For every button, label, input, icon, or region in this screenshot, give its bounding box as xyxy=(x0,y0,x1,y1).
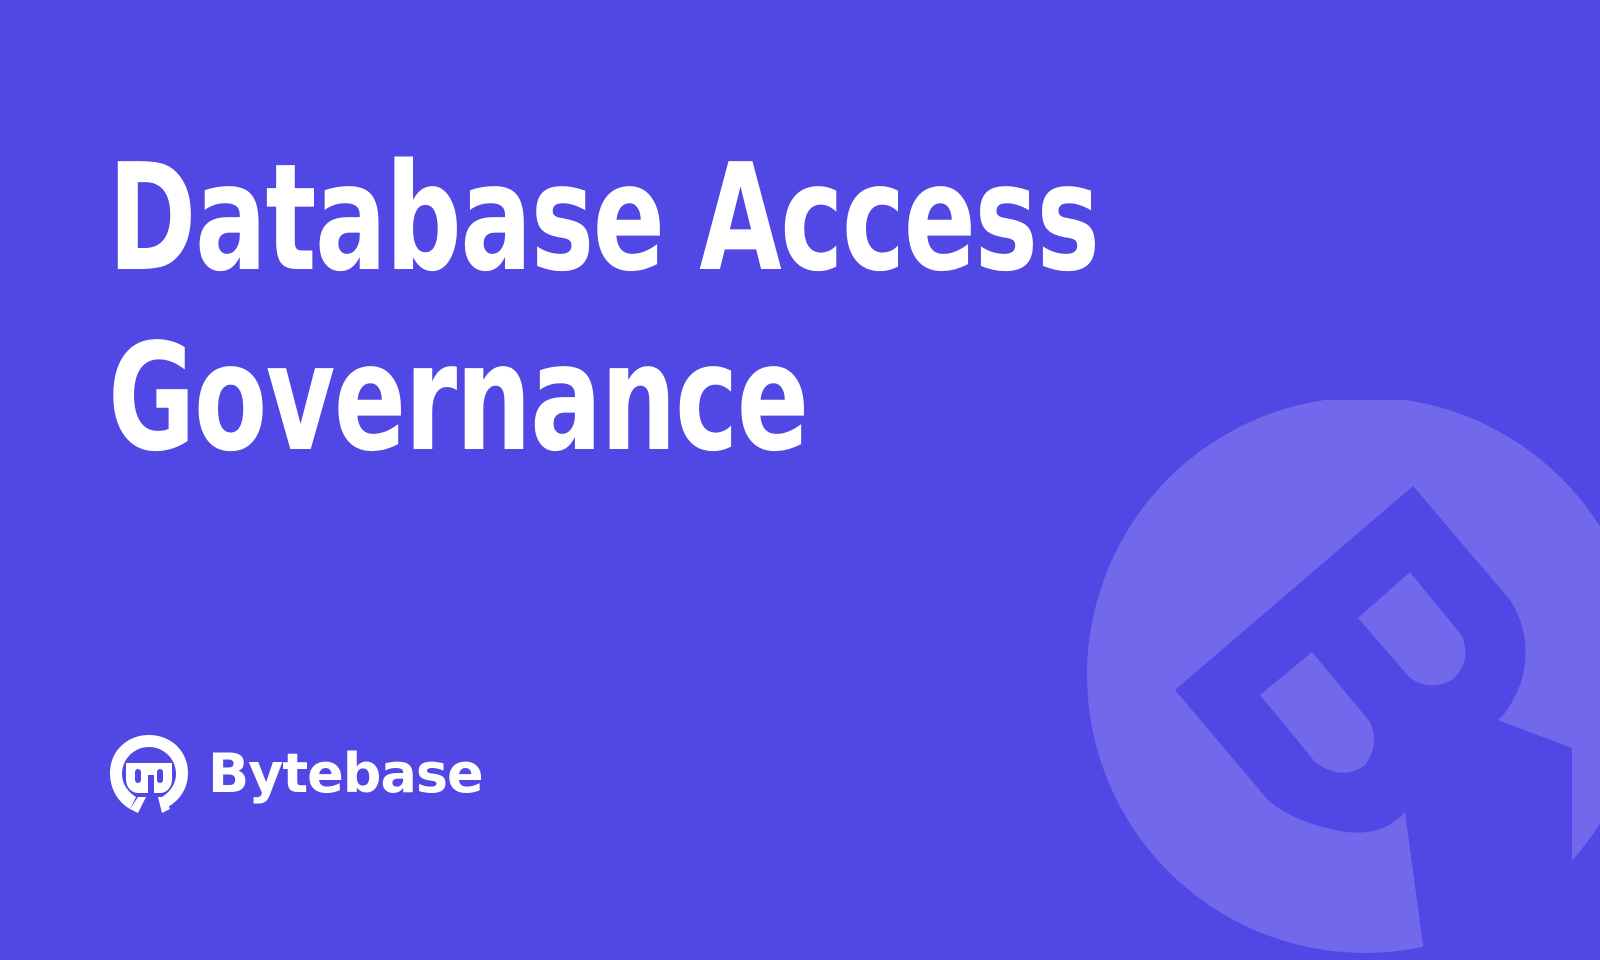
brand-lockup: Bytebase xyxy=(108,733,484,815)
brand-name: Bytebase xyxy=(208,742,484,805)
bytebase-logo-icon xyxy=(110,735,188,813)
title-line-1: Database Access xyxy=(108,132,1100,304)
bytebase-watermark-icon xyxy=(1087,400,1600,960)
page-title: Database Access Governance xyxy=(108,128,1100,488)
title-line-2: Governance xyxy=(108,312,809,484)
